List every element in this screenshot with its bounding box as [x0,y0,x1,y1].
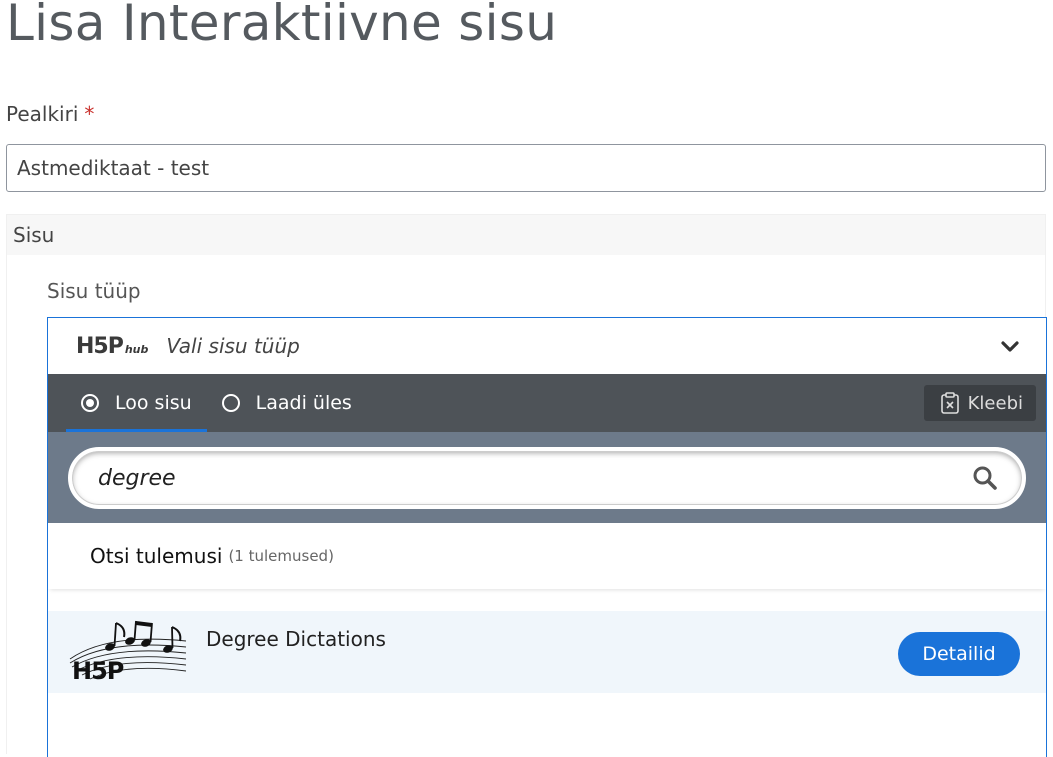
search-area [48,432,1046,523]
radio-empty-icon [221,394,240,412]
hub-tab-bar: Loo sisu Laadi üles Kleebi [48,374,1046,432]
title-field-label: Pealkiri * [6,102,94,126]
h5p-logo-text: H5P [76,333,124,359]
search-icon[interactable] [972,465,998,491]
tab-create-content[interactable]: Loo sisu [66,374,207,432]
search-input[interactable] [72,464,972,492]
hub-header-title: Vali sisu tüüp [166,334,300,358]
content-section-header: Sisu [7,215,1045,255]
search-box [68,447,1026,509]
radio-selected-icon [81,394,99,412]
h5p-logo-suffix: hub [124,342,149,356]
svg-text:H5P: H5P [72,657,124,683]
title-field-label-text: Pealkiri [6,102,79,126]
tab-create-content-label: Loo sisu [115,392,192,414]
paste-button-label: Kleebi [967,392,1023,414]
required-star: * [84,102,95,126]
clipboard-icon [940,392,959,414]
results-header: Otsi tulemusi (1 tulemused) [48,523,1046,589]
h5p-hub-panel: H5P hub Vali sisu tüüp Loo sisu Laadi ül… [47,317,1047,757]
results-list: H5P Degree Dictations Detailid [48,589,1046,693]
page-title: Lisa Interaktiivne sisu [6,0,558,52]
paste-button[interactable]: Kleebi [923,385,1036,421]
content-type-label: Sisu tüüp [47,279,141,303]
hub-header[interactable]: H5P hub Vali sisu tüüp [48,318,1046,374]
chevron-down-icon[interactable] [1000,336,1020,356]
result-title: Degree Dictations [206,627,386,651]
tab-upload[interactable]: Laadi üles [207,374,367,432]
h5p-hub-logo: H5P hub [76,334,148,359]
results-title: Otsi tulemusi [90,544,223,568]
tab-upload-label: Laadi üles [255,392,352,414]
list-item[interactable]: H5P Degree Dictations Detailid [48,611,1046,693]
results-count: (1 tulemused) [228,547,334,565]
content-section: Sisu Sisu tüüp H5P hub Vali sisu tüüp Lo… [6,214,1047,757]
details-button[interactable]: Detailid [898,632,1020,676]
music-notes-h5p-icon: H5P [69,620,187,683]
title-input[interactable] [6,144,1046,192]
